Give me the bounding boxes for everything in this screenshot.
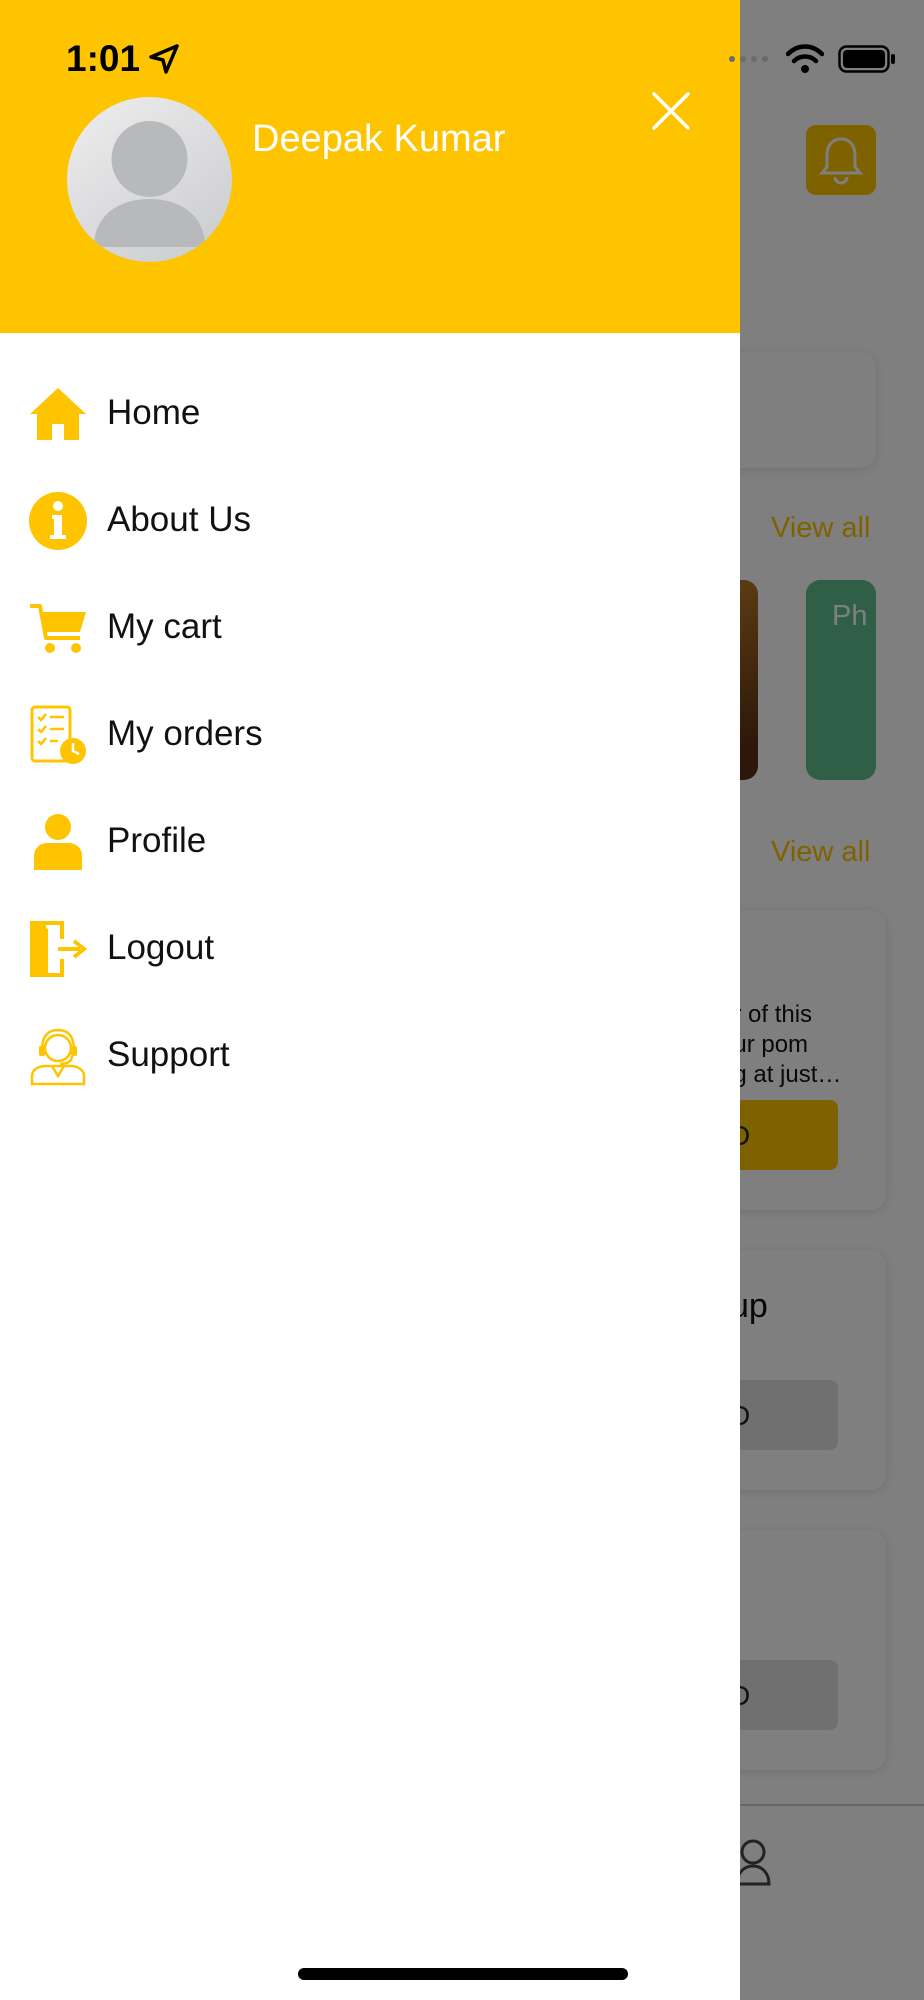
menu-item-label: Logout [107,928,215,967]
avatar [67,97,232,262]
info-icon [29,492,87,550]
menu-item-label: About Us [107,500,251,539]
logout-icon [30,921,88,977]
menu-item-profile[interactable]: Profile [0,788,740,895]
wifi-icon [786,44,824,73]
menu-item-logout[interactable]: Logout [0,895,740,1002]
menu-item-home[interactable]: Home [0,360,740,467]
cellular-signal-icon [729,56,768,62]
menu-item-my-cart[interactable]: My cart [0,574,740,681]
navigation-drawer: Deepak Kumar 1:01 Home About Us My cart … [0,0,740,2000]
close-icon[interactable] [648,88,694,134]
home-icon [30,388,86,440]
cart-icon [30,604,86,653]
menu-item-about-us[interactable]: About Us [0,467,740,574]
user-name: Deepak Kumar [252,118,506,160]
profile-icon [34,814,82,870]
menu-item-label: Profile [107,821,207,860]
location-arrow-icon [149,44,179,74]
status-bar-indicators [714,44,896,74]
status-bar-time: 1:01 [66,38,180,80]
menu-item-my-orders[interactable]: My orders [0,681,740,788]
menu-item-support[interactable]: Support [0,1002,740,1109]
menu-item-label: My cart [107,607,222,646]
menu-item-label: Support [107,1035,230,1074]
menu-item-label: Home [107,393,201,432]
home-indicator[interactable] [298,1968,628,1980]
orders-icon [30,705,86,764]
battery-icon [838,45,895,73]
default-avatar-icon [94,121,205,247]
drawer-menu: Home About Us My cart My orders Profile … [0,360,740,1109]
menu-item-label: My orders [107,714,263,753]
support-icon [30,1028,86,1086]
